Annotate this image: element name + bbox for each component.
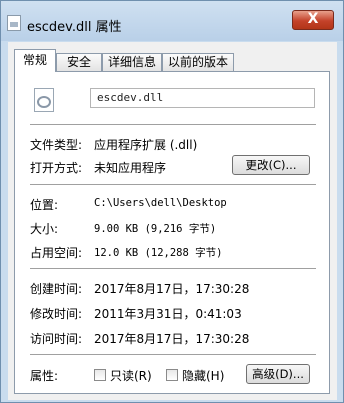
- tab-security[interactable]: 安全: [56, 53, 102, 71]
- tab-details-label: 详细信息: [107, 55, 156, 69]
- tab-general[interactable]: 常规: [14, 49, 56, 72]
- file-type-label: 文件类型:: [30, 138, 83, 152]
- created-value: 2017年8月17日，17:30:28: [94, 282, 250, 296]
- size-on-disk-label: 占用空间:: [30, 246, 83, 260]
- gear-icon: [37, 96, 51, 108]
- advanced-button[interactable]: 高级(D)...: [246, 364, 310, 384]
- size-label: 大小:: [30, 222, 59, 236]
- accessed-label: 访问时间:: [30, 332, 83, 346]
- readonly-checkbox[interactable]: [94, 369, 106, 381]
- tab-general-label: 常规: [22, 53, 47, 67]
- tab-security-label: 安全: [66, 55, 91, 69]
- size-value: 9.00 KB (9,216 字节): [94, 223, 217, 235]
- file-name-field[interactable]: escdev.dll: [90, 88, 315, 108]
- tab-details[interactable]: 详细信息: [102, 53, 162, 71]
- readonly-label[interactable]: 只读(R): [110, 367, 152, 384]
- title-bar[interactable]: escdev.dll 属性 X: [1, 1, 343, 41]
- opens-with-label: 打开方式:: [30, 161, 83, 175]
- modified-value: 2011年3月31日，0:41:03: [94, 307, 242, 321]
- modified-label: 修改时间:: [30, 307, 83, 321]
- accessed-value: 2017年8月17日，17:30:28: [94, 332, 250, 346]
- separator: [30, 354, 316, 356]
- file-icon: [7, 15, 21, 31]
- file-type-value: 应用程序扩展 (.dll): [94, 138, 198, 152]
- separator: [30, 124, 316, 126]
- change-button[interactable]: 更改(C)...: [232, 155, 310, 175]
- tab-previous-versions-label: 以前的版本: [167, 55, 228, 69]
- created-label: 创建时间:: [30, 282, 83, 296]
- location-value: C:\Users\dell\Desktop: [94, 197, 227, 209]
- hidden-label[interactable]: 隐藏(H): [182, 367, 224, 384]
- separator: [30, 268, 316, 270]
- attributes-label: 属性:: [30, 369, 59, 383]
- opens-with-value: 未知应用程序: [94, 161, 167, 175]
- hidden-checkbox[interactable]: [166, 369, 178, 381]
- close-button[interactable]: X: [292, 10, 334, 30]
- location-label: 位置:: [30, 198, 59, 212]
- dll-file-icon: [34, 88, 54, 112]
- separator: [30, 184, 316, 186]
- size-on-disk-value: 12.0 KB (12,288 字节): [94, 247, 223, 259]
- window-title: escdev.dll 属性: [27, 20, 122, 35]
- tab-previous-versions[interactable]: 以前的版本: [162, 53, 234, 71]
